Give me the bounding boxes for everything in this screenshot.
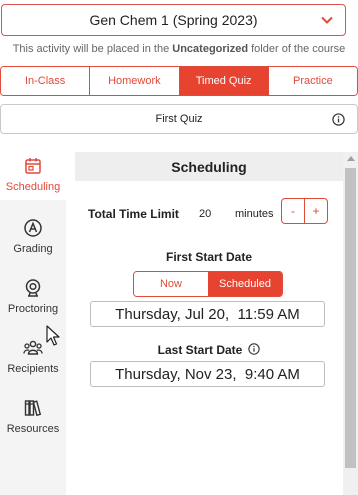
course-select[interactable]: Gen Chem 1 (Spring 2023) xyxy=(1,4,346,36)
last-start-date-field[interactable]: Thursday, Nov 23, 9:40 AM xyxy=(90,361,325,387)
quiz-select-value: First Quiz xyxy=(155,113,203,125)
total-time-value: 20 xyxy=(199,208,212,220)
course-select-value: Gen Chem 1 (Spring 2023) xyxy=(89,12,258,28)
total-time-stepper: - + xyxy=(281,198,328,224)
sidebar-item-scheduling[interactable]: Scheduling xyxy=(0,148,66,200)
mouse-cursor-icon xyxy=(46,325,60,346)
activity-type-tabs: In-Class Homework Timed Quiz Practice xyxy=(0,66,358,96)
last-start-heading: Last Start Date xyxy=(75,343,343,357)
info-icon[interactable] xyxy=(248,343,261,355)
total-time-label: Total Time Limit xyxy=(88,207,179,221)
webcam-icon xyxy=(25,279,41,297)
option-scheduled[interactable]: Scheduled xyxy=(208,272,282,296)
quiz-select[interactable]: First Quiz xyxy=(0,104,358,134)
decrement-button[interactable]: - xyxy=(282,199,305,223)
scroll-thumb[interactable] xyxy=(345,168,356,468)
panel-title: Scheduling xyxy=(75,152,343,181)
first-start-date-field[interactable]: Thursday, Jul 20, 11:59 AM xyxy=(90,301,325,327)
folder-name: Uncategorized xyxy=(172,43,249,55)
people-icon xyxy=(23,340,43,355)
panel-scrollbar[interactable] xyxy=(343,152,358,495)
calendar-icon xyxy=(25,158,41,174)
sidebar-item-resources[interactable]: Resources xyxy=(0,390,66,442)
chevron-down-icon xyxy=(321,16,333,24)
grading-icon xyxy=(24,219,42,237)
option-now[interactable]: Now xyxy=(134,272,208,296)
tab-in-class[interactable]: In-Class xyxy=(1,67,91,95)
books-icon xyxy=(24,400,42,417)
total-time-unit: minutes xyxy=(235,208,274,220)
first-start-toggle: Now Scheduled xyxy=(133,271,283,297)
sidebar-item-grading[interactable]: Grading xyxy=(0,210,66,262)
scroll-up-arrow-icon[interactable] xyxy=(347,156,355,161)
sidebar-item-proctoring[interactable]: Proctoring xyxy=(0,270,66,322)
tab-timed-quiz[interactable]: Timed Quiz xyxy=(179,67,269,95)
tab-homework[interactable]: Homework xyxy=(90,67,180,95)
increment-button[interactable]: + xyxy=(305,199,327,223)
info-icon[interactable] xyxy=(332,113,345,126)
last-start-label: Last Start Date xyxy=(157,343,243,357)
first-start-label: First Start Date xyxy=(165,250,253,264)
folder-note: This activity will be placed in the Unca… xyxy=(12,43,346,55)
tab-practice[interactable]: Practice xyxy=(268,67,357,95)
settings-sidebar: Scheduling Grading Proctoring Recipients xyxy=(0,148,66,495)
